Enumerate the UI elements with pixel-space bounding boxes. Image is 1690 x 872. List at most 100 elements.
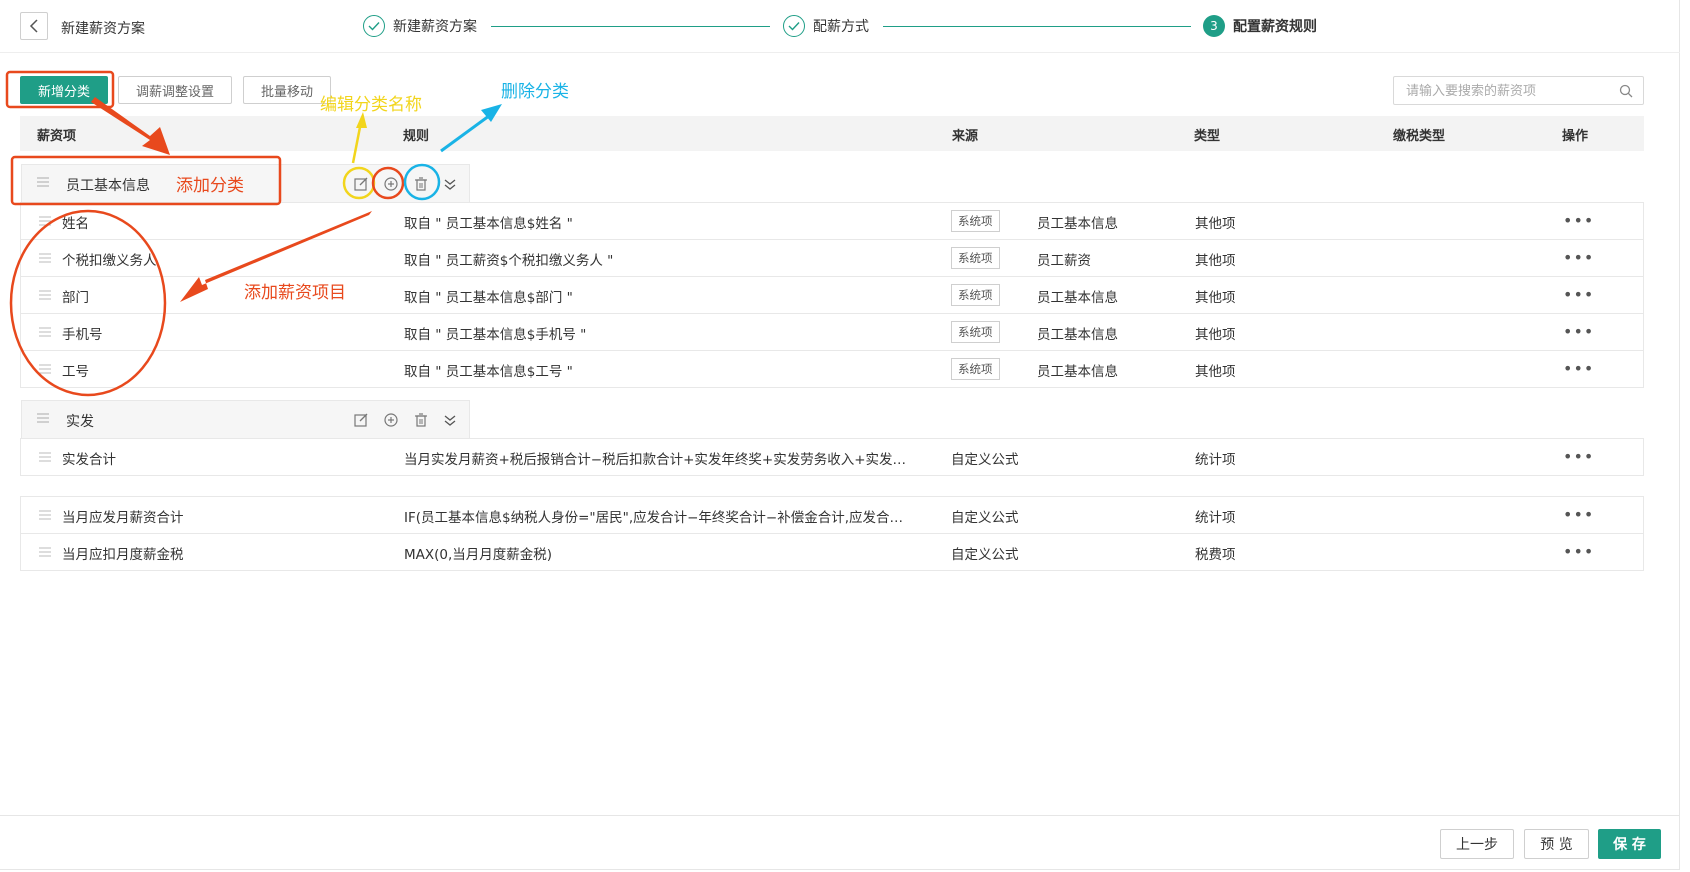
step-connector-2	[883, 26, 1191, 27]
search-input[interactable]	[1404, 77, 1618, 105]
annotation-edit-category: 编辑分类名称	[320, 95, 422, 115]
collapse-chevron-icon[interactable]	[442, 176, 458, 192]
step-2: 配薪方式	[783, 14, 869, 38]
system-tag: 系统项	[951, 284, 1000, 306]
drag-handle-icon[interactable]	[39, 290, 51, 300]
item-name: 手机号	[62, 327, 103, 343]
item-type: 税费项	[1195, 547, 1236, 563]
item-rule: 取自 " 员工基本信息$工号 "	[404, 364, 573, 380]
item-type: 统计项	[1195, 452, 1236, 468]
drag-handle-icon[interactable]	[39, 327, 51, 337]
more-icon[interactable]: •••	[1563, 211, 1594, 230]
back-button[interactable]	[20, 12, 48, 40]
drag-handle-icon[interactable]	[39, 510, 51, 520]
item-name: 当月应扣月度薪金税	[62, 547, 184, 563]
chevron-left-icon	[29, 19, 38, 33]
table-row[interactable]: 手机号 取自 " 员工基本信息$手机号 " 系统项 员工基本信息 其他项 •••	[21, 314, 1643, 351]
annotation-add-category: 添加分类	[176, 176, 244, 196]
item-rule: 取自 " 员工基本信息$姓名 "	[404, 216, 573, 232]
annotation-add-salary-item: 添加薪资项目	[244, 283, 346, 303]
item-rule: 取自 " 员工薪资$个税扣缴义务人 "	[404, 253, 614, 269]
search-icon[interactable]	[1619, 84, 1633, 98]
check-icon	[783, 15, 805, 37]
item-source: 自定义公式	[951, 510, 1019, 526]
item-source: 自定义公式	[951, 452, 1019, 468]
item-source: 员工基本信息	[1037, 327, 1118, 343]
step-1-label: 新建薪资方案	[393, 19, 477, 35]
item-rule: 当月实发月薪资+税后报销合计−税后扣款合计+实发年终奖+实发劳务收入+实发…	[404, 452, 907, 468]
item-source: 员工基本信息	[1037, 290, 1118, 306]
page-title: 新建薪资方案	[61, 21, 145, 37]
table-row[interactable]: 实发合计 当月实发月薪资+税后报销合计−税后扣款合计+实发年终奖+实发劳务收入+…	[21, 439, 1643, 476]
step-3-number: 3	[1203, 15, 1225, 37]
item-name: 部门	[62, 290, 89, 306]
more-icon[interactable]: •••	[1563, 285, 1594, 304]
more-icon[interactable]: •••	[1563, 447, 1594, 466]
item-name: 实发合计	[62, 452, 116, 468]
item-rule: 取自 " 员工基本信息$手机号 "	[404, 327, 587, 343]
table-row[interactable]: 当月应扣月度薪金税 MAX(0,当月月度薪金税) 自定义公式 税费项 •••	[21, 534, 1643, 571]
more-icon[interactable]: •••	[1563, 542, 1594, 561]
drag-handle-icon[interactable]	[37, 413, 49, 423]
check-icon	[363, 15, 385, 37]
drag-handle-icon[interactable]	[39, 364, 51, 374]
item-name: 工号	[62, 364, 89, 380]
table-row[interactable]: 个税扣缴义务人 取自 " 员工薪资$个税扣缴义务人 " 系统项 员工薪资 其他项…	[21, 240, 1643, 277]
system-tag: 系统项	[951, 358, 1000, 380]
collapse-chevron-icon[interactable]	[442, 412, 458, 428]
more-icon[interactable]: •••	[1563, 322, 1594, 341]
drag-handle-icon[interactable]	[39, 216, 51, 226]
system-tag: 系统项	[951, 321, 1000, 343]
add-circle-icon[interactable]	[383, 412, 399, 428]
col-header-type: 类型	[1194, 129, 1221, 144]
more-icon[interactable]: •••	[1563, 248, 1594, 267]
save-button[interactable]: 保 存	[1598, 829, 1661, 859]
category-name: 员工基本信息	[66, 178, 150, 194]
category-name: 实发	[66, 414, 94, 430]
add-circle-icon[interactable]	[383, 176, 399, 192]
trash-icon[interactable]	[413, 176, 429, 192]
item-type: 其他项	[1195, 327, 1236, 343]
drag-handle-icon[interactable]	[39, 253, 51, 263]
system-tag: 系统项	[951, 247, 1000, 269]
edit-icon[interactable]	[353, 412, 369, 428]
item-name: 个税扣缴义务人	[62, 253, 157, 269]
col-header-tax-type: 缴税类型	[1393, 129, 1446, 144]
item-type: 其他项	[1195, 290, 1236, 306]
step-2-label: 配薪方式	[813, 19, 869, 35]
batch-move-button[interactable]: 批量移动	[243, 76, 331, 104]
header-divider	[0, 52, 1680, 53]
col-header-source: 来源	[952, 129, 979, 144]
adjust-settings-button[interactable]: 调薪调整设置	[118, 76, 232, 104]
table-row[interactable]: 当月应发月薪资合计 IF(员工基本信息$纳税人身份="居民",应发合计−年终奖合…	[21, 497, 1643, 534]
drag-handle-icon[interactable]	[39, 547, 51, 557]
more-icon[interactable]: •••	[1563, 359, 1594, 378]
preview-button[interactable]: 预 览	[1524, 829, 1589, 859]
category-header[interactable]: 员工基本信息	[21, 164, 470, 202]
item-type: 其他项	[1195, 364, 1236, 380]
table-row[interactable]: 姓名 取自 " 员工基本信息$姓名 " 系统项 员工基本信息 其他项 •••	[21, 203, 1643, 240]
ungrouped-rows: 当月应发月薪资合计 IF(员工基本信息$纳税人身份="居民",应发合计−年终奖合…	[20, 496, 1644, 571]
item-rule: IF(员工基本信息$纳税人身份="居民",应发合计−年终奖合计−补偿金合计,应发…	[404, 510, 904, 526]
system-tag: 系统项	[951, 210, 1000, 232]
drag-handle-icon[interactable]	[39, 452, 51, 462]
item-source: 自定义公式	[951, 547, 1019, 563]
category-header[interactable]: 实发	[21, 400, 470, 438]
trash-icon[interactable]	[413, 412, 429, 428]
table-row[interactable]: 工号 取自 " 员工基本信息$工号 " 系统项 员工基本信息 其他项 •••	[21, 351, 1643, 388]
search-box[interactable]	[1393, 76, 1644, 105]
item-rule: MAX(0,当月月度薪金税)	[404, 547, 553, 563]
item-name: 当月应发月薪资合计	[62, 510, 184, 526]
item-type: 统计项	[1195, 510, 1236, 526]
prev-step-button[interactable]: 上一步	[1440, 829, 1514, 859]
item-source: 员工基本信息	[1037, 216, 1118, 232]
col-header-rule: 规则	[403, 129, 430, 144]
footer-divider	[0, 815, 1680, 816]
drag-handle-icon[interactable]	[37, 177, 49, 187]
col-header-item: 薪资项	[37, 129, 77, 144]
edit-icon[interactable]	[353, 176, 369, 192]
item-source: 员工基本信息	[1037, 364, 1118, 380]
add-category-button[interactable]: 新增分类	[20, 76, 108, 104]
step-connector-1	[491, 26, 770, 27]
more-icon[interactable]: •••	[1563, 505, 1594, 524]
